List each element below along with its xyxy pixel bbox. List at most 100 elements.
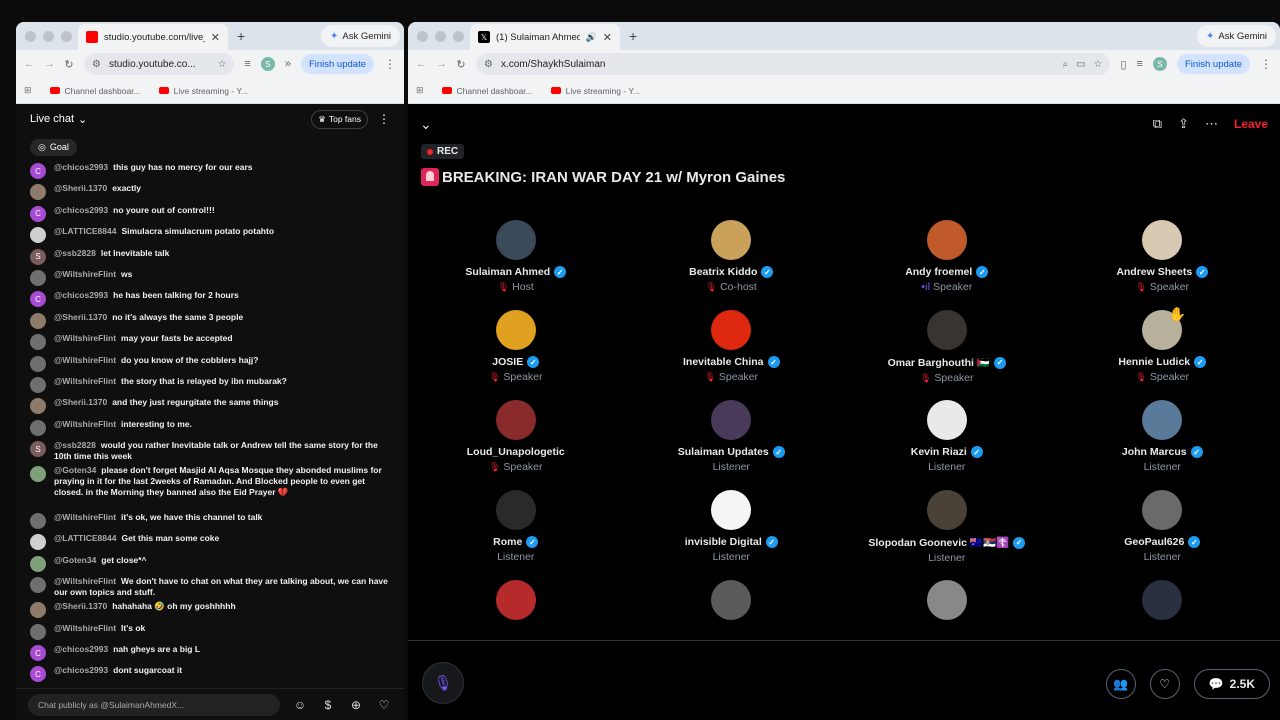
- people-icon[interactable]: 👥: [1105, 669, 1136, 699]
- chat-author[interactable]: @WiltshireFlint: [54, 576, 116, 586]
- chat-author[interactable]: @Sherii.1370: [54, 397, 107, 407]
- live-chat-mode-selector[interactable]: Live chat ⌄: [30, 113, 87, 126]
- participant-avatar[interactable]: [926, 310, 967, 350]
- browser-menu-icon[interactable]: ⋮: [1260, 57, 1272, 71]
- participant[interactable]: Sulaiman Ahmed ✓ 🎙 Host: [408, 220, 624, 304]
- microphone-button[interactable]: 🎙: [422, 662, 464, 704]
- chat-avatar[interactable]: [30, 419, 46, 436]
- window-controls[interactable]: [408, 30, 470, 42]
- zoom-icon[interactable]: ⌕: [1062, 59, 1068, 70]
- chat-message[interactable]: @Goten34 please don't forget Masjid Al Aq…: [30, 463, 390, 510]
- participant-avatar[interactable]: ✋: [1142, 306, 1186, 350]
- chat-avatar[interactable]: [30, 513, 46, 530]
- chat-message[interactable]: @Sherii.1370 no it's always the same 3 pe…: [30, 310, 390, 331]
- participant[interactable]: JOSIE ✓ 🎙 Speaker: [408, 310, 624, 394]
- chat-message[interactable]: @LATTICE8844 Get this man some coke: [30, 531, 390, 552]
- chat-author[interactable]: @WiltshireFlint: [54, 269, 116, 279]
- participant[interactable]: Omar Barghouthi 🇵🇸 ✓ 🎙 Speaker: [839, 310, 1055, 394]
- forward-icon[interactable]: →: [436, 58, 447, 70]
- side-panel-icon[interactable]: ▯: [1120, 58, 1126, 71]
- chat-avatar[interactable]: [30, 398, 46, 415]
- chat-message[interactable]: @WiltshireFlint It's ok: [30, 621, 390, 642]
- chat-author[interactable]: @WiltshireFlint: [54, 355, 116, 365]
- chat-message[interactable]: @Sherii.1370 exactly: [30, 181, 390, 202]
- chat-avatar[interactable]: [30, 577, 46, 594]
- chat-message[interactable]: C @chicos2993 no youre out of control!!!: [30, 203, 390, 224]
- finish-update-button[interactable]: Finish update: [1176, 54, 1250, 74]
- listener-count-button[interactable]: 💬 2.5K: [1193, 669, 1270, 699]
- chat-message[interactable]: C @chicos2993 he has been talking for 2 ho…: [30, 288, 390, 309]
- chat-avatar[interactable]: C: [30, 645, 46, 662]
- bookmark-live-streaming[interactable]: Live streaming - Y...: [550, 86, 640, 96]
- back-icon[interactable]: ←: [416, 58, 427, 70]
- chat-message[interactable]: @WiltshireFlint interesting to me.: [30, 417, 390, 438]
- reload-icon[interactable]: ↻: [456, 58, 466, 71]
- chat-avatar[interactable]: [30, 227, 46, 244]
- participant[interactable]: Rome ✓ Listener: [408, 490, 624, 574]
- chat-author[interactable]: @chicos2993: [54, 665, 108, 675]
- chat-author[interactable]: @Goten34: [54, 465, 96, 475]
- participant[interactable]: Sulaiman Updates ✓ Listener: [624, 400, 840, 484]
- profile-avatar[interactable]: S: [1152, 57, 1167, 71]
- bookmark-live-streaming[interactable]: Live streaming - Y...: [158, 86, 248, 96]
- profile-avatar[interactable]: S: [260, 57, 275, 71]
- chat-avatar[interactable]: C: [30, 291, 46, 308]
- participant-avatar[interactable]: [1142, 400, 1183, 440]
- new-tab-button[interactable]: +: [237, 28, 245, 44]
- reading-list-icon[interactable]: ≡: [1137, 58, 1143, 70]
- browser-menu-icon[interactable]: ⋮: [384, 57, 396, 71]
- chat-message[interactable]: S @ssb2828 let Inevitable talk: [30, 246, 390, 267]
- chat-author[interactable]: @Sherii.1370: [54, 183, 107, 193]
- reload-icon[interactable]: ↻: [64, 58, 74, 71]
- chat-author[interactable]: @Goten34: [54, 555, 96, 565]
- participant[interactable]: Slopodan Goonevic 🇦🇺🇷🇸☦️ ✓ Listener: [839, 490, 1055, 574]
- goal-button[interactable]: ◎ Goal: [30, 138, 77, 156]
- chat-message[interactable]: @WiltshireFlint We don't have to chat on …: [30, 574, 390, 599]
- apps-grid-icon[interactable]: ⊞: [416, 85, 424, 96]
- site-settings-icon[interactable]: ⚙: [92, 59, 101, 70]
- address-bar[interactable]: ⚙ studio.youtube.co... ☆: [84, 53, 235, 75]
- chat-message[interactable]: @WiltshireFlint ws: [30, 267, 390, 288]
- chat-avatar[interactable]: [30, 534, 46, 551]
- heart-react-icon[interactable]: ♡: [1149, 669, 1180, 699]
- chat-message[interactable]: @WiltshireFlint do you know of the cobble…: [30, 353, 390, 374]
- chat-message[interactable]: @Sherii.1370 hahahaha 🤣 oh my goshhhhh: [30, 599, 390, 620]
- chat-avatar[interactable]: [30, 466, 46, 483]
- chat-author[interactable]: @chicos2993: [54, 290, 108, 300]
- chat-message-list[interactable]: C @chicos2993 this guy has no mercy for ou…: [16, 160, 404, 688]
- chat-avatar[interactable]: [30, 376, 46, 393]
- chat-avatar[interactable]: [30, 269, 46, 286]
- participant-avatar[interactable]: [1142, 490, 1183, 530]
- participant-avatar[interactable]: [711, 400, 752, 440]
- chat-avatar[interactable]: C: [30, 205, 46, 222]
- top-fans-button[interactable]: ♛ Top fans: [311, 109, 368, 129]
- chat-author[interactable]: @chicos2993: [54, 162, 108, 172]
- chat-author[interactable]: @WiltshireFlint: [54, 623, 116, 633]
- new-tab-button[interactable]: +: [629, 28, 637, 44]
- leave-button[interactable]: Leave: [1234, 117, 1268, 131]
- participant-avatar[interactable]: [926, 400, 967, 440]
- participant[interactable]: Kevin Riazi ✓ Listener: [839, 400, 1055, 484]
- participant[interactable]: Andy froemel ✓ •ıl Speaker: [839, 220, 1055, 304]
- add-icon[interactable]: ⊕: [348, 697, 364, 713]
- chat-avatar[interactable]: C: [30, 163, 46, 179]
- participant-avatar[interactable]: [495, 310, 536, 350]
- emoji-icon[interactable]: ☺: [292, 697, 308, 713]
- finish-update-button[interactable]: Finish update: [300, 54, 374, 74]
- chat-message[interactable]: @WiltshireFlint the story that is relayed…: [30, 374, 390, 395]
- chat-author[interactable]: @WiltshireFlint: [54, 333, 116, 343]
- participant-avatar[interactable]: [926, 490, 967, 530]
- tab-youtube-live-chat[interactable]: studio.youtube.com/live_chat ✕: [78, 24, 228, 50]
- chat-message[interactable]: @WiltshireFlint it's ok, we have this cha…: [30, 510, 390, 531]
- participant-avatar[interactable]: [495, 220, 536, 260]
- chat-author[interactable]: @LATTICE8844: [54, 533, 116, 543]
- participant-avatar[interactable]: [926, 220, 967, 260]
- chat-avatar[interactable]: S: [30, 248, 46, 265]
- collapse-chevron-icon[interactable]: ⌄: [420, 116, 432, 133]
- chat-input[interactable]: Chat publicly as @SulaimanAhmedX...: [28, 693, 280, 716]
- participant-avatar[interactable]: [711, 220, 752, 260]
- participant[interactable]: GeoPaul626 ✓ Listener: [1055, 490, 1271, 574]
- tab-x-profile[interactable]: 𝕏 (1) Sulaiman Ahmed (@Sh 🔊 ✕: [470, 24, 620, 50]
- chat-message[interactable]: C @chicos2993 this guy has no mercy for ou…: [30, 160, 390, 181]
- chat-avatar[interactable]: [30, 334, 46, 351]
